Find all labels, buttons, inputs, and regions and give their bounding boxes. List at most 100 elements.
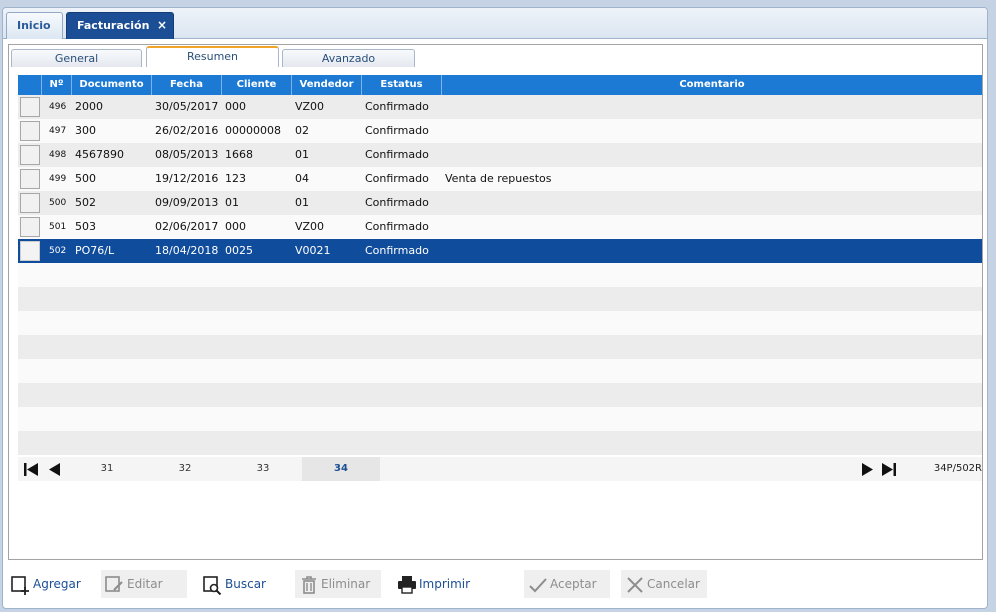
- grid-body: 496 2000 30/05/2017 000 VZ00 Confirmado 497 300…: [18, 95, 982, 455]
- cell-documento: 300: [75, 124, 96, 137]
- subtab-avanzado[interactable]: Avanzado: [282, 49, 415, 67]
- subtab-resumen[interactable]: Resumen: [146, 46, 279, 67]
- cell-estatus: Confirmado: [365, 172, 429, 185]
- empty-row: [18, 263, 982, 287]
- table-row[interactable]: 500 502 09/09/2013 01 01 Confirmado: [18, 191, 982, 215]
- cell-num: 500: [49, 198, 67, 208]
- header-documento[interactable]: Documento: [72, 75, 152, 95]
- aceptar-button[interactable]: Aceptar: [524, 570, 610, 598]
- empty-row: [18, 359, 982, 383]
- imprimir-button[interactable]: Imprimir: [393, 570, 483, 598]
- row-checkbox[interactable]: [20, 97, 40, 117]
- agregar-label: Agregar: [33, 577, 81, 591]
- cell-documento: PO76/L: [75, 244, 115, 257]
- grid-header: Nº Documento Fecha Cliente Vendedor Esta…: [18, 75, 982, 95]
- content-frame: General Resumen Avanzado Nº Documento Fe…: [8, 44, 983, 560]
- cell-documento: 503: [75, 220, 96, 233]
- tab-inicio[interactable]: Inicio: [6, 12, 63, 39]
- cell-estatus: Confirmado: [365, 148, 429, 161]
- cell-cliente: 1668: [225, 148, 253, 161]
- check-icon: [529, 578, 547, 593]
- cell-vendedor: VZ00: [295, 100, 325, 113]
- cell-documento: 2000: [75, 100, 103, 113]
- cell-estatus: Confirmado: [365, 220, 429, 233]
- header-cliente[interactable]: Cliente: [222, 75, 292, 95]
- row-checkbox[interactable]: [20, 145, 40, 165]
- prev-page-icon[interactable]: [48, 463, 62, 476]
- cell-vendedor: VZ00: [295, 220, 325, 233]
- page-34[interactable]: 34: [302, 457, 380, 481]
- header-select: [18, 75, 42, 95]
- editar-button[interactable]: Editar: [101, 570, 187, 598]
- header-fecha[interactable]: Fecha: [152, 75, 222, 95]
- cell-cliente: 0025: [225, 244, 253, 257]
- edit-icon: [105, 576, 123, 592]
- empty-row: [18, 335, 982, 359]
- row-checkbox[interactable]: [20, 169, 40, 189]
- tab-facturacion-label: Facturación: [77, 19, 150, 32]
- cell-num: 499: [49, 174, 67, 184]
- row-checkbox[interactable]: [20, 193, 40, 213]
- cancelar-button[interactable]: Cancelar: [621, 570, 707, 598]
- cell-fecha: 30/05/2017: [155, 100, 219, 113]
- cell-documento: 500: [75, 172, 96, 185]
- table-row[interactable]: 502 PO76/L 18/04/2018 0025 V0021 Confirmado: [18, 239, 982, 263]
- empty-row: [18, 311, 982, 335]
- cell-cliente: 123: [225, 172, 246, 185]
- cell-fecha: 02/06/2017: [155, 220, 219, 233]
- empty-row: [18, 287, 982, 311]
- add-icon: [11, 576, 29, 595]
- cell-vendedor: 04: [295, 172, 309, 185]
- cell-documento: 502: [75, 196, 96, 209]
- row-checkbox[interactable]: [20, 217, 40, 237]
- table-row[interactable]: 501 503 02/06/2017 000 VZ00 Confirmado: [18, 215, 982, 239]
- cell-comentario: [445, 119, 982, 143]
- cell-documento: 4567890: [75, 148, 124, 161]
- cell-fecha: 09/09/2013: [155, 196, 219, 209]
- page-32[interactable]: 32: [146, 457, 224, 481]
- empty-row: [18, 383, 982, 407]
- cell-fecha: 18/04/2018: [155, 244, 219, 257]
- pager: 31 32 33 34 34P/502R: [18, 457, 982, 481]
- cell-estatus: Confirmado: [365, 244, 429, 257]
- table-row[interactable]: 496 2000 30/05/2017 000 VZ00 Confirmado: [18, 95, 982, 119]
- buscar-button[interactable]: Buscar: [199, 570, 285, 598]
- row-checkbox[interactable]: [20, 121, 40, 141]
- first-page-icon[interactable]: [24, 463, 38, 476]
- cell-num: 501: [49, 222, 67, 232]
- cell-fecha: 08/05/2013: [155, 148, 219, 161]
- close-icon[interactable]: ×: [157, 13, 167, 38]
- eliminar-button[interactable]: Eliminar: [295, 570, 381, 598]
- close-icon: [627, 577, 643, 593]
- header-num[interactable]: Nº: [42, 75, 72, 95]
- cell-num: 496: [49, 102, 67, 112]
- printer-icon: [398, 576, 416, 594]
- cell-comentario: [445, 239, 982, 263]
- table-row[interactable]: 499 500 19/12/2016 123 04 Confirmado Venta de …: [18, 167, 982, 191]
- page-31[interactable]: 31: [68, 457, 146, 481]
- window: Inicio Facturación × General Resumen Ava…: [2, 7, 988, 609]
- table-row[interactable]: 498 4567890 08/05/2013 1668 01 Confirmado: [18, 143, 982, 167]
- cell-num: 502: [49, 246, 67, 256]
- agregar-button[interactable]: Agregar: [7, 570, 93, 598]
- cell-vendedor: 01: [295, 196, 309, 209]
- cell-cliente: 00000008: [225, 124, 281, 137]
- cell-estatus: Confirmado: [365, 100, 429, 113]
- last-page-icon[interactable]: [882, 463, 896, 476]
- empty-row: [18, 431, 982, 455]
- header-vendedor[interactable]: Vendedor: [292, 75, 362, 95]
- tab-facturacion[interactable]: Facturación ×: [66, 12, 174, 39]
- page-33[interactable]: 33: [224, 457, 302, 481]
- next-page-icon[interactable]: [860, 463, 874, 476]
- header-estatus[interactable]: Estatus: [362, 75, 442, 95]
- cell-vendedor: V0021: [295, 244, 331, 257]
- cell-estatus: Confirmado: [365, 124, 429, 137]
- empty-row: [18, 407, 982, 431]
- cell-fecha: 26/02/2016: [155, 124, 219, 137]
- table-row[interactable]: 497 300 26/02/2016 00000008 02 Confirmado: [18, 119, 982, 143]
- header-comentario[interactable]: Comentario: [442, 75, 982, 95]
- subtab-general[interactable]: General: [11, 49, 142, 67]
- trash-icon: [302, 576, 316, 594]
- search-icon: [203, 576, 222, 595]
- row-checkbox[interactable]: [20, 241, 40, 261]
